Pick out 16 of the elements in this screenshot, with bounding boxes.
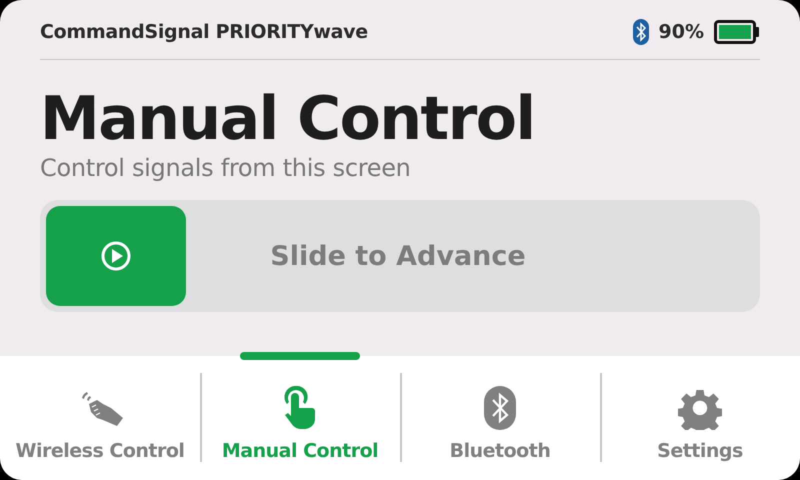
nav-tab[interactable]: Settings: [600, 356, 800, 480]
nav-tab[interactable]: Wireless Control: [0, 356, 200, 480]
battery-percent: 90%: [658, 20, 704, 42]
page-subtitle: Control signals from this screen: [40, 154, 412, 182]
bluetooth-icon: [632, 18, 649, 44]
bluetooth-icon: [484, 386, 516, 430]
nav-tab[interactable]: Bluetooth: [400, 356, 600, 480]
tap-finger-icon: [282, 384, 318, 430]
device-title: CommandSignal PRIORITYwave: [40, 20, 368, 42]
page-title: Manual Control: [40, 84, 536, 154]
slider-track[interactable]: Slide to Advance: [40, 200, 760, 312]
nav-tab[interactable]: Manual Control: [200, 356, 400, 480]
slider-label: Slide to Advance: [270, 240, 526, 272]
battery-icon: [714, 20, 760, 44]
play-icon: [101, 241, 131, 271]
slider-thumb[interactable]: [46, 206, 186, 306]
